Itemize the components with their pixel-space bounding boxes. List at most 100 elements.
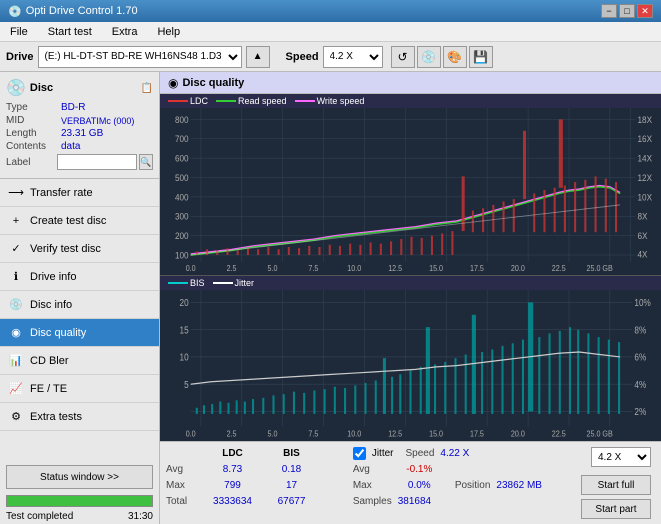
bis-legend-color (168, 282, 188, 284)
stats-main-col: LDC BIS Avg 8.73 0.18 Max 799 17 Total 3… (166, 445, 353, 521)
maximize-button[interactable]: □ (619, 4, 635, 18)
nav-extra-tests-label: Extra tests (30, 411, 82, 423)
avg-bis-val: 0.18 (264, 464, 319, 475)
disc-length-row: Length 23.31 GB (6, 128, 153, 139)
bis-legend-item: BIS (168, 278, 205, 288)
writespeed-legend-item: Write speed (295, 96, 365, 106)
type-label: Type (6, 102, 61, 113)
svg-text:20.0: 20.0 (511, 429, 525, 439)
position-val: 23862 MB (496, 480, 542, 491)
svg-text:300: 300 (175, 211, 189, 222)
svg-text:400: 400 (175, 192, 189, 203)
svg-text:25.0 GB: 25.0 GB (587, 264, 613, 273)
disc-button[interactable]: 💿 (417, 46, 441, 68)
samples-row: Samples 381684 (353, 493, 577, 509)
menu-file[interactable]: File (4, 24, 34, 40)
svg-text:0.0: 0.0 (186, 429, 196, 439)
disc-contents-row: Contents data (6, 141, 153, 152)
svg-text:6X: 6X (637, 231, 647, 242)
nav-verify-test-disc-label: Verify test disc (30, 243, 101, 255)
nav-cd-bler[interactable]: 📊 CD Bler (0, 347, 159, 375)
contents-label: Contents (6, 141, 61, 152)
titlebar-controls: − □ ✕ (601, 4, 653, 18)
disc-label-input[interactable] (57, 154, 137, 170)
stats-bar: LDC BIS Avg 8.73 0.18 Max 799 17 Total 3… (160, 441, 661, 524)
length-value: 23.31 GB (61, 128, 153, 139)
svg-text:10.0: 10.0 (347, 264, 361, 273)
drive-info-icon: ℹ (8, 269, 24, 285)
refresh-button[interactable]: ↺ (391, 46, 415, 68)
titlebar: 💿 Opti Drive Control 1.70 − □ ✕ (0, 0, 661, 22)
color-button[interactable]: 🎨 (443, 46, 467, 68)
jitter-legend-item: Jitter (213, 278, 255, 288)
nav-cd-bler-label: CD Bler (30, 355, 69, 367)
minimize-button[interactable]: − (601, 4, 617, 18)
avg-ldc-val: 8.73 (205, 464, 260, 475)
writespeed-legend-label: Write speed (317, 96, 365, 106)
stats-avg-row: Avg 8.73 0.18 (166, 461, 353, 477)
avg-jitter-val: -0.1% (392, 464, 447, 475)
top-legend: LDC Read speed Write speed (160, 94, 661, 108)
action-col: 4.2 X Start full Start part (577, 445, 655, 521)
ldc-col-header: LDC (205, 448, 260, 459)
svg-text:7.5: 7.5 (308, 264, 318, 273)
svg-text:16X: 16X (637, 134, 652, 145)
svg-text:200: 200 (175, 231, 189, 242)
toolbar-icons: ↺ 💿 🎨 💾 (391, 46, 493, 68)
nav-disc-info-label: Disc info (30, 299, 72, 311)
svg-text:8X: 8X (637, 211, 647, 222)
nav-drive-info-label: Drive info (30, 271, 76, 283)
status-text-row: Test completed 31:30 (0, 509, 159, 524)
label-search-button[interactable]: 🔍 (139, 154, 153, 170)
jitter-legend-label: Jitter (235, 278, 255, 288)
titlebar-title: 💿 Opti Drive Control 1.70 (8, 5, 138, 18)
mid-value: VERBATIMc (000) (61, 116, 153, 126)
menu-extra[interactable]: Extra (106, 24, 144, 40)
menubar: File Start test Extra Help (0, 22, 661, 42)
disc-detail-icon: 📋 (141, 83, 153, 94)
disc-label-label: Label (6, 157, 55, 168)
status-window-button[interactable]: Status window >> (6, 465, 153, 489)
close-button[interactable]: ✕ (637, 4, 653, 18)
ldc-legend-color (168, 100, 188, 102)
top-chart: LDC Read speed Write speed (160, 94, 661, 275)
start-full-button[interactable]: Start full (581, 475, 651, 495)
avg-j-label: Avg (353, 464, 388, 475)
svg-text:2.5: 2.5 (227, 429, 237, 439)
speed-stat-val: 4.22 X (440, 448, 469, 459)
jitter-checkbox[interactable] (353, 447, 366, 460)
save-button[interactable]: 💾 (469, 46, 493, 68)
nav-drive-info[interactable]: ℹ Drive info (0, 263, 159, 291)
menu-help[interactable]: Help (151, 24, 186, 40)
nav-create-test-disc[interactable]: + Create test disc (0, 207, 159, 235)
speed-select[interactable]: 4.2 X (323, 46, 383, 68)
svg-text:20.0: 20.0 (511, 264, 525, 273)
svg-text:7.5: 7.5 (308, 429, 318, 439)
nav-disc-quality-label: Disc quality (30, 327, 86, 339)
nav-verify-test-disc[interactable]: ✓ Verify test disc (0, 235, 159, 263)
menu-starttest[interactable]: Start test (42, 24, 98, 40)
svg-text:2%: 2% (634, 407, 646, 418)
app-title: Opti Drive Control 1.70 (26, 5, 138, 17)
avg-jitter-row: Avg -0.1% (353, 461, 577, 477)
nav-disc-info[interactable]: 💿 Disc info (0, 291, 159, 319)
speed-stat-label: Speed (405, 448, 434, 459)
transfer-rate-icon: ⟶ (8, 185, 24, 201)
nav-extra-tests[interactable]: ⚙ Extra tests (0, 403, 159, 431)
speed-dropdown[interactable]: 4.2 X (591, 447, 651, 467)
nav-disc-quality[interactable]: ◉ Disc quality (0, 319, 159, 347)
nav-items: ⟶ Transfer rate + Create test disc ✓ Ver… (0, 179, 159, 461)
chart-header-icon: ◉ (168, 76, 178, 90)
svg-text:10: 10 (180, 352, 189, 363)
nav-fe-te[interactable]: 📈 FE / TE (0, 375, 159, 403)
chart-title: Disc quality (182, 77, 244, 89)
mid-label: MID (6, 115, 61, 126)
start-part-button[interactable]: Start part (581, 499, 651, 519)
svg-text:10.0: 10.0 (347, 429, 361, 439)
ldc-legend-label: LDC (190, 96, 208, 106)
nav-transfer-rate[interactable]: ⟶ Transfer rate (0, 179, 159, 207)
drive-select[interactable]: (E:) HL-DT-ST BD-RE WH16NS48 1.D3 (38, 46, 242, 68)
eject-button[interactable]: ▲ (246, 46, 270, 68)
svg-text:5.0: 5.0 (267, 429, 277, 439)
max-bis-val: 17 (264, 480, 319, 491)
